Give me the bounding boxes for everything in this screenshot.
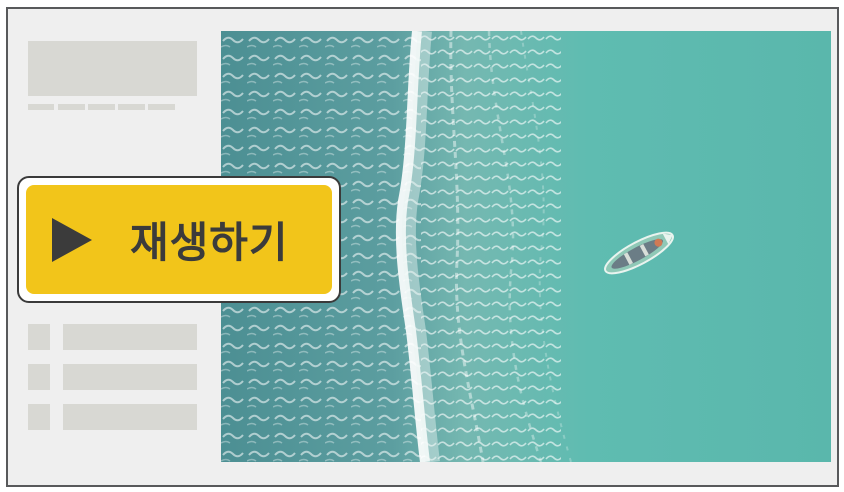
play-button-face: 재생하기 bbox=[26, 185, 332, 294]
title-placeholder bbox=[28, 41, 197, 96]
play-label: 재생하기 bbox=[130, 218, 289, 267]
play-icon bbox=[52, 217, 92, 262]
play-button[interactable]: 재생하기 bbox=[17, 176, 341, 303]
